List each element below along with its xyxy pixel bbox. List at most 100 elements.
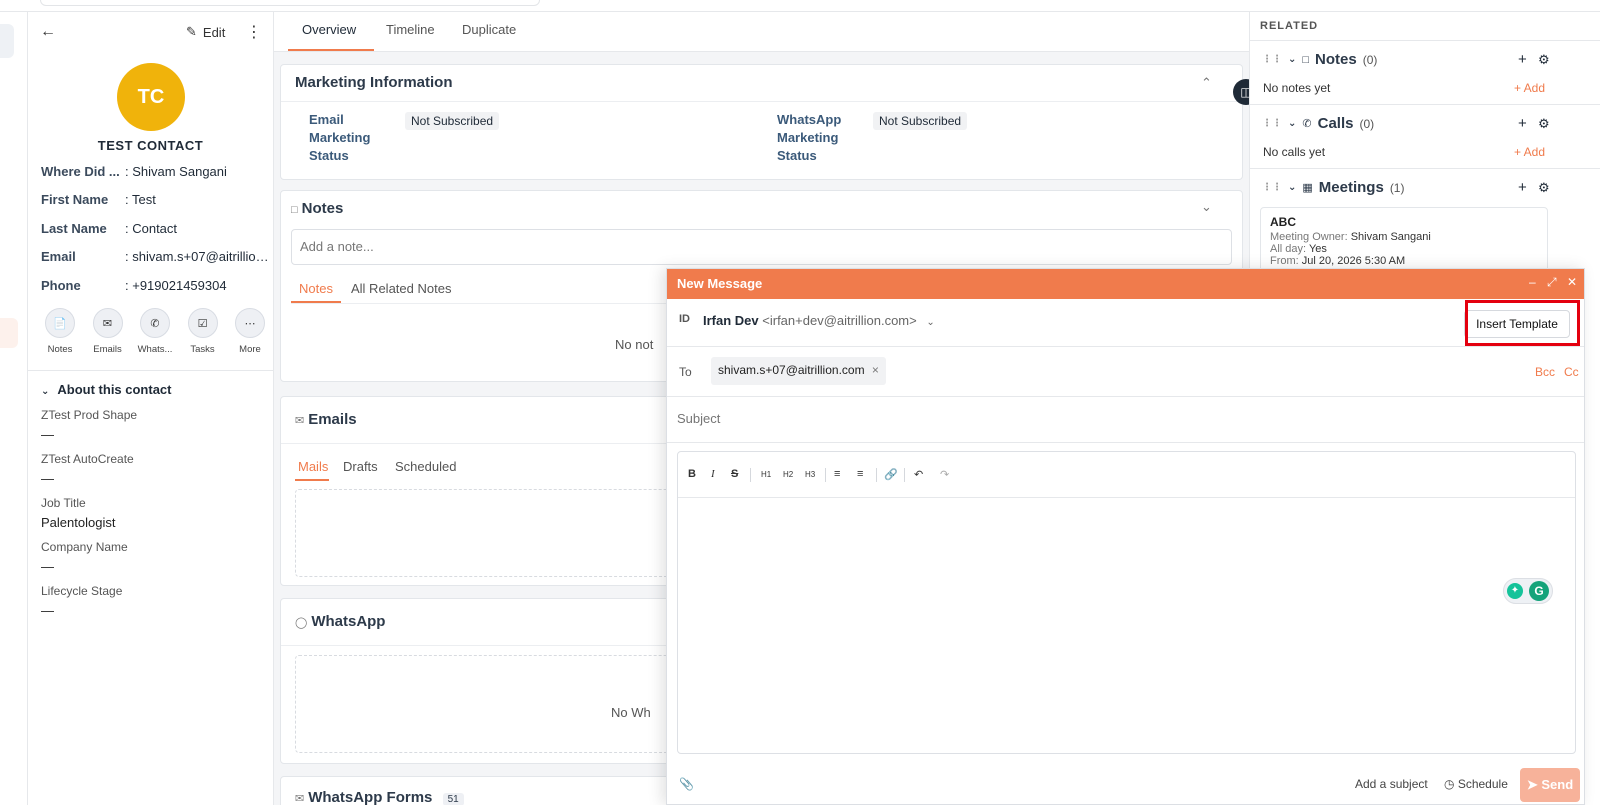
field-value: : Test xyxy=(125,192,156,207)
add-note-link[interactable]: + Add xyxy=(1514,81,1545,95)
attachment-icon[interactable]: 📎 xyxy=(679,777,694,791)
prop-label: Lifecycle Stage xyxy=(41,584,123,598)
tab-duplicate[interactable]: Duplicate xyxy=(462,22,516,37)
phone-icon: ✆ xyxy=(1302,118,1312,130)
subtab-drafts[interactable]: Drafts xyxy=(343,459,378,474)
field-key: First Name xyxy=(41,192,109,207)
related-calls-title[interactable]: ⋮⋮ ⌄ ✆ Calls (0) xyxy=(1262,115,1374,132)
field-value[interactable]: : shivam.s+07@aitrillion.com xyxy=(125,249,271,264)
contact-name: TEST CONTACT xyxy=(97,138,204,153)
action-emails[interactable]: ✉ Emails xyxy=(88,308,128,355)
mail-icon: ✉ xyxy=(295,415,305,427)
italic-icon[interactable]: I xyxy=(711,468,715,480)
plus-icon[interactable]: + xyxy=(1518,51,1527,68)
bold-icon[interactable]: B xyxy=(688,468,696,480)
prop-value: — xyxy=(41,603,54,618)
numbered-list-icon[interactable]: ≡ xyxy=(857,468,863,480)
subject-input[interactable] xyxy=(677,411,1557,426)
card-divider xyxy=(281,101,1242,102)
lightbulb-icon[interactable]: ✦ xyxy=(1507,583,1523,599)
message-editor[interactable]: B I S H1 H2 H3 ≡ ≡ 🔗 ↶ ↷ ✦ G xyxy=(677,451,1576,754)
gear-icon[interactable]: ⚙ xyxy=(1538,52,1550,68)
back-arrow-icon[interactable]: ← xyxy=(40,23,56,41)
field-value: : Contact xyxy=(125,221,178,236)
send-label: Send xyxy=(1541,777,1574,792)
undo-icon[interactable]: ↶ xyxy=(914,468,923,481)
heading3-icon[interactable]: H3 xyxy=(805,470,815,479)
chevron-down-icon[interactable]: ⌄ xyxy=(1201,199,1212,215)
field-value[interactable]: : +919021459304 xyxy=(125,278,271,293)
meeting-from-value: Jul 20, 2026 5:30 AM xyxy=(1301,255,1406,267)
drag-handle-icon[interactable]: ⋮⋮ xyxy=(1262,54,1282,65)
drag-handle-icon[interactable]: ⋮⋮ xyxy=(1262,118,1282,129)
drag-handle-icon[interactable]: ⋮⋮ xyxy=(1262,182,1282,193)
empty-text: No notes yet xyxy=(1263,81,1331,95)
about-section-toggle[interactable]: ⌄ About this contact xyxy=(41,382,172,397)
send-button[interactable]: ➤ Send xyxy=(1520,768,1580,802)
strikethrough-icon[interactable]: S xyxy=(731,468,738,480)
meeting-owner-value: Shivam Sangani xyxy=(1350,231,1431,243)
email-marketing-label: Email Marketing Status xyxy=(309,112,371,163)
subtab-notes[interactable]: Notes xyxy=(299,281,333,296)
rail-item-highlight[interactable] xyxy=(0,318,18,348)
action-notes[interactable]: 📄 Notes xyxy=(40,308,80,355)
record-tabs: Overview Timeline Duplicate xyxy=(274,12,1249,52)
action-tasks[interactable]: ☑ Tasks xyxy=(183,308,223,355)
tab-overview[interactable]: Overview xyxy=(302,22,356,37)
compose-title: New Message xyxy=(677,276,763,291)
recipient-chip[interactable]: shivam.s+07@aitrillion.com × xyxy=(711,357,886,385)
grammarly-widget[interactable]: ✦ G xyxy=(1503,578,1553,604)
more-menu-icon[interactable]: ⋮ xyxy=(246,22,262,42)
toolbar-separator xyxy=(825,468,826,482)
chevron-down-icon: ⌄ xyxy=(1288,182,1297,193)
cc-toggle[interactable]: Cc xyxy=(1564,365,1579,379)
divider xyxy=(28,370,273,371)
subtab-mails[interactable]: Mails xyxy=(298,459,328,474)
clock-icon: ◷ xyxy=(1444,777,1455,791)
calendar-icon: ▦ xyxy=(1302,182,1313,194)
action-whatsapp[interactable]: ✆ Whats... xyxy=(135,308,175,355)
meeting-card[interactable]: ABC Meeting Owner: Shivam Sangani All da… xyxy=(1260,207,1548,277)
related-notes-title[interactable]: ⋮⋮ ⌄ □ Notes (0) xyxy=(1262,51,1377,68)
whatsapp-title-text: WhatsApp xyxy=(311,613,386,630)
insert-template-button[interactable]: Insert Template xyxy=(1464,310,1570,338)
gear-icon[interactable]: ⚙ xyxy=(1538,180,1550,196)
minimize-icon[interactable]: – xyxy=(1529,275,1536,289)
edit-button[interactable]: ✎ Edit xyxy=(186,24,225,40)
add-note-input[interactable]: Add a note... xyxy=(291,229,1232,265)
tab-timeline[interactable]: Timeline xyxy=(386,22,435,37)
bcc-toggle[interactable]: Bcc xyxy=(1535,365,1555,379)
schedule-button[interactable]: ◷ Schedule xyxy=(1444,777,1508,791)
rail-item-active[interactable] xyxy=(0,24,14,58)
action-more[interactable]: ⋯ More xyxy=(230,308,270,355)
empty-text: No calls yet xyxy=(1263,145,1326,159)
global-search-input[interactable] xyxy=(40,0,540,6)
expand-icon[interactable]: ⤢ xyxy=(1547,275,1557,290)
grammarly-icon[interactable]: G xyxy=(1529,581,1549,601)
heading2-icon[interactable]: H2 xyxy=(783,470,793,479)
prop-label: ZTest AutoCreate xyxy=(41,452,134,466)
bullet-list-icon[interactable]: ≡ xyxy=(834,468,840,480)
gear-icon[interactable]: ⚙ xyxy=(1538,116,1550,132)
section-count: (0) xyxy=(1359,116,1375,131)
link-icon[interactable]: 🔗 xyxy=(884,468,898,481)
subtab-all-related-notes[interactable]: All Related Notes xyxy=(351,281,451,296)
field-last-name: Last Name : Contact xyxy=(41,221,271,236)
heading1-icon[interactable]: H1 xyxy=(761,470,771,479)
related-meetings-title[interactable]: ⋮⋮ ⌄ ▦ Meetings (1) xyxy=(1262,179,1404,196)
prop-ztest-prod-shape: ZTest Prod Shape — xyxy=(41,408,137,442)
add-call-link[interactable]: + Add xyxy=(1514,145,1545,159)
redo-icon[interactable]: ↷ xyxy=(940,468,949,481)
active-tab-indicator xyxy=(288,49,374,51)
whatsapp-icon: ✆ xyxy=(140,308,170,338)
from-selector[interactable]: Irfan Dev <irfan+dev@aitrillion.com> ⌄ xyxy=(703,313,935,328)
chevron-up-icon[interactable]: ⌃ xyxy=(1201,75,1212,91)
subtab-scheduled[interactable]: Scheduled xyxy=(395,459,456,474)
field-key: Last Name xyxy=(41,221,107,236)
plus-icon[interactable]: + xyxy=(1518,115,1527,132)
avatar: TC xyxy=(117,63,185,131)
plus-icon[interactable]: + xyxy=(1518,179,1527,196)
remove-recipient-icon[interactable]: × xyxy=(872,363,879,377)
schedule-label: Schedule xyxy=(1457,777,1508,791)
close-icon[interactable]: ✕ xyxy=(1567,275,1577,289)
